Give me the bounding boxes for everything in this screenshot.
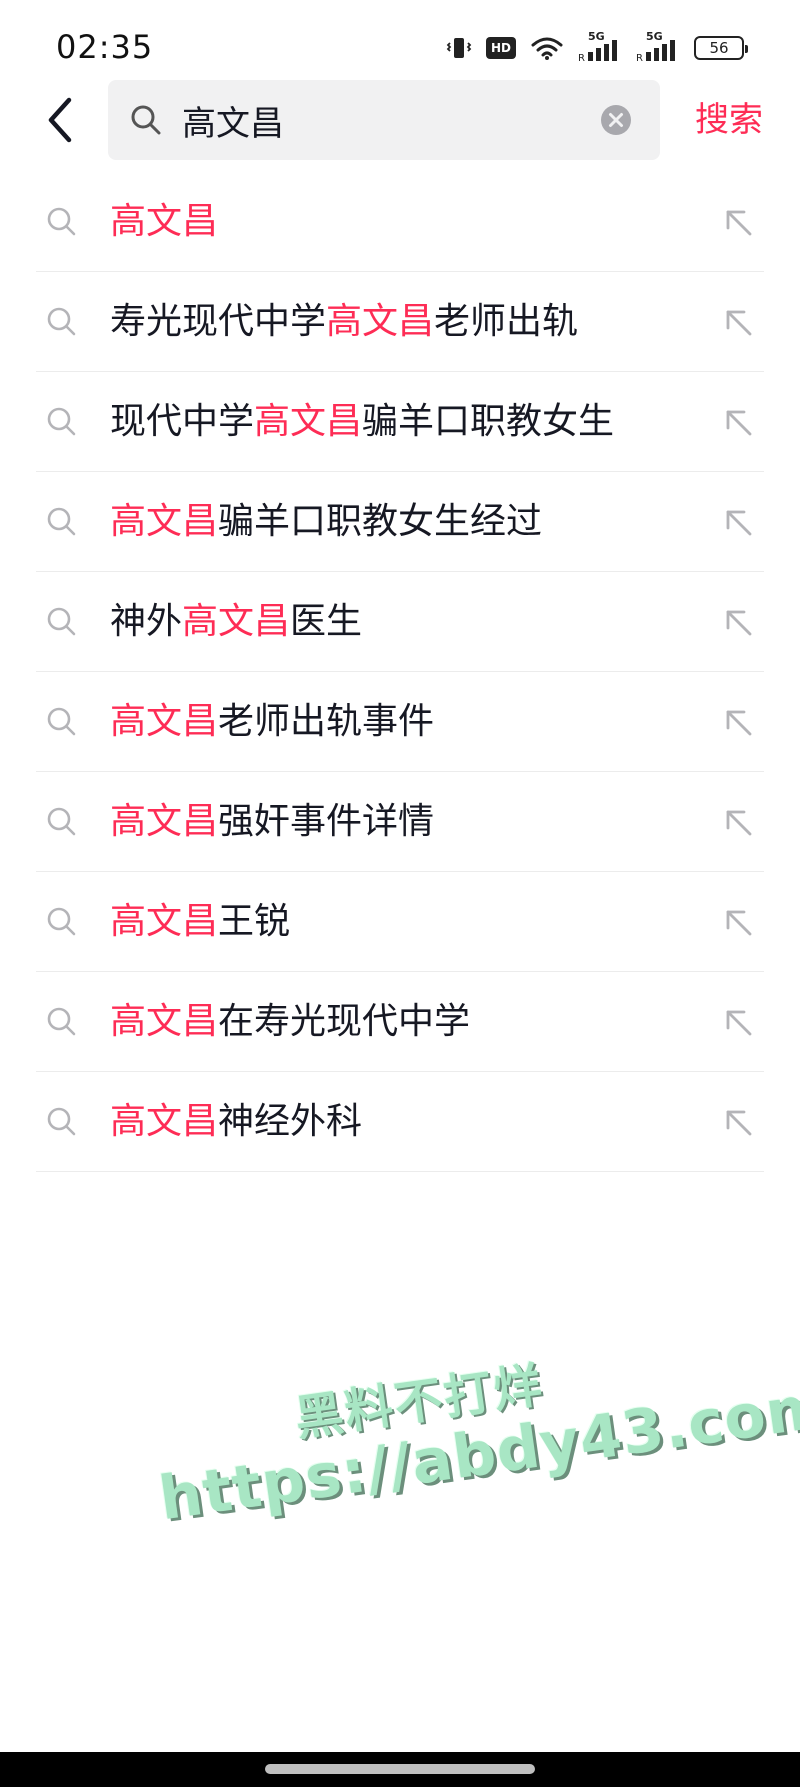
search-input[interactable] (182, 80, 582, 160)
arrow-up-left-icon[interactable] (720, 304, 756, 340)
search-icon (47, 1007, 76, 1036)
suggestion-text-prefix: 现代中学 (110, 401, 255, 442)
suggestion-text-highlight: 高文昌 (110, 901, 219, 942)
suggestion-label: 高文昌在寿光现代中学 (110, 972, 470, 1072)
wifi-icon (530, 35, 564, 61)
status-time: 02:35 (56, 28, 154, 66)
suggestion-label: 高文昌神经外科 (110, 1072, 362, 1172)
search-icon (47, 1107, 76, 1136)
suggestion-text-prefix: 神外 (110, 601, 183, 642)
suggestion-text-highlight: 高文昌 (182, 601, 291, 642)
suggestion-label: 高文昌 (110, 172, 218, 272)
arrow-up-left-icon[interactable] (720, 1104, 756, 1140)
suggestion-label: 高文昌骗羊口职教女生经过 (110, 472, 542, 572)
suggestion-item[interactable]: 高文昌老师出轨事件 (0, 672, 800, 772)
arrow-up-left-icon[interactable] (720, 604, 756, 640)
suggestion-item[interactable]: 高文昌神经外科 (0, 1072, 800, 1172)
suggestion-text-suffix: 医生 (290, 601, 363, 642)
search-icon (47, 307, 76, 336)
clear-input-button[interactable] (600, 104, 632, 136)
suggestion-text-highlight: 高文昌 (110, 501, 219, 542)
search-box[interactable] (108, 80, 660, 160)
search-icon (47, 707, 76, 736)
status-icons: HD 5G R 5G R 56 (446, 30, 748, 64)
suggestion-item[interactable]: 神外高文昌医生 (0, 572, 800, 672)
arrow-up-left-icon[interactable] (720, 404, 756, 440)
suggestion-text-suffix: 在寿光现代中学 (218, 1001, 471, 1042)
svg-text:R: R (636, 53, 643, 62)
suggestion-item[interactable]: 现代中学高文昌骗羊口职教女生 (0, 372, 800, 472)
suggestion-label: 神外高文昌医生 (110, 572, 362, 672)
suggestion-text-highlight: 高文昌 (110, 1001, 219, 1042)
battery-icon: 56 (694, 36, 748, 60)
suggestion-item[interactable]: 高文昌强奸事件详情 (0, 772, 800, 872)
search-icon (131, 105, 161, 135)
suggestion-item[interactable]: 寿光现代中学高文昌老师出轨 (0, 272, 800, 372)
watermark-line-2: https://abdy43.com (155, 1370, 800, 1535)
battery-level: 56 (709, 39, 729, 57)
search-icon (47, 907, 76, 936)
suggestion-text-highlight: 高文昌 (326, 301, 435, 342)
back-button[interactable] (36, 88, 84, 152)
suggestion-item[interactable]: 高文昌骗羊口职教女生经过 (0, 472, 800, 572)
suggestion-label: 高文昌老师出轨事件 (110, 672, 434, 772)
suggestion-text-suffix: 王锐 (218, 901, 291, 942)
chevron-left-icon (48, 97, 72, 143)
suggestion-item[interactable]: 高文昌王锐 (0, 872, 800, 972)
suggestion-text-prefix: 寿光现代中学 (110, 301, 327, 342)
search-icon (47, 507, 76, 536)
cellular-signal-icon-2: 5G R (636, 30, 680, 62)
suggestion-text-highlight: 高文昌 (110, 801, 219, 842)
hd-badge-icon: HD (486, 37, 516, 59)
suggestion-text-suffix: 神经外科 (218, 1101, 363, 1142)
suggestion-label: 高文昌王锐 (110, 872, 290, 972)
suggestion-label: 高文昌强奸事件详情 (110, 772, 434, 872)
search-icon (47, 607, 76, 636)
cellular-signal-icon: 5G R (578, 30, 622, 62)
suggestion-text-highlight: 高文昌 (110, 201, 219, 242)
suggestion-item[interactable]: 高文昌在寿光现代中学 (0, 972, 800, 1072)
search-icon (47, 807, 76, 836)
suggestion-text-suffix: 老师出轨事件 (218, 701, 435, 742)
suggestion-label: 寿光现代中学高文昌老师出轨 (110, 272, 578, 372)
suggestion-text-suffix: 老师出轨 (434, 301, 579, 342)
suggestion-text-suffix: 骗羊口职教女生 (362, 401, 615, 442)
arrow-up-left-icon[interactable] (720, 704, 756, 740)
arrow-up-left-icon[interactable] (720, 1004, 756, 1040)
vibrate-icon (446, 35, 472, 61)
arrow-up-left-icon[interactable] (720, 904, 756, 940)
arrow-up-left-icon[interactable] (720, 204, 756, 240)
watermark-line-1: 黑料不打烊 (291, 1357, 548, 1448)
search-icon (47, 207, 76, 236)
suggestion-text-highlight: 高文昌 (254, 401, 363, 442)
svg-text:R: R (578, 53, 585, 62)
suggestion-text-suffix: 强奸事件详情 (218, 801, 435, 842)
suggestion-item[interactable]: 高文昌 (0, 172, 800, 272)
arrow-up-left-icon[interactable] (720, 804, 756, 840)
suggestion-list: 高文昌 寿光现代中学高文昌老师出轨 现代中学高文昌骗羊口职教女生 高文昌骗羊口职教女生… (0, 172, 800, 1172)
suggestion-text-highlight: 高文昌 (110, 701, 219, 742)
suggestion-text-highlight: 高文昌 (110, 1101, 219, 1142)
suggestion-text-suffix: 骗羊口职教女生经过 (218, 501, 543, 542)
home-indicator[interactable] (265, 1764, 535, 1774)
suggestion-label: 现代中学高文昌骗羊口职教女生 (110, 372, 614, 472)
search-submit-button[interactable]: 搜索 (695, 96, 763, 144)
search-icon (47, 407, 76, 436)
system-nav-bar (0, 1752, 800, 1787)
arrow-up-left-icon[interactable] (720, 504, 756, 540)
hd-badge-label: HD (490, 41, 511, 55)
